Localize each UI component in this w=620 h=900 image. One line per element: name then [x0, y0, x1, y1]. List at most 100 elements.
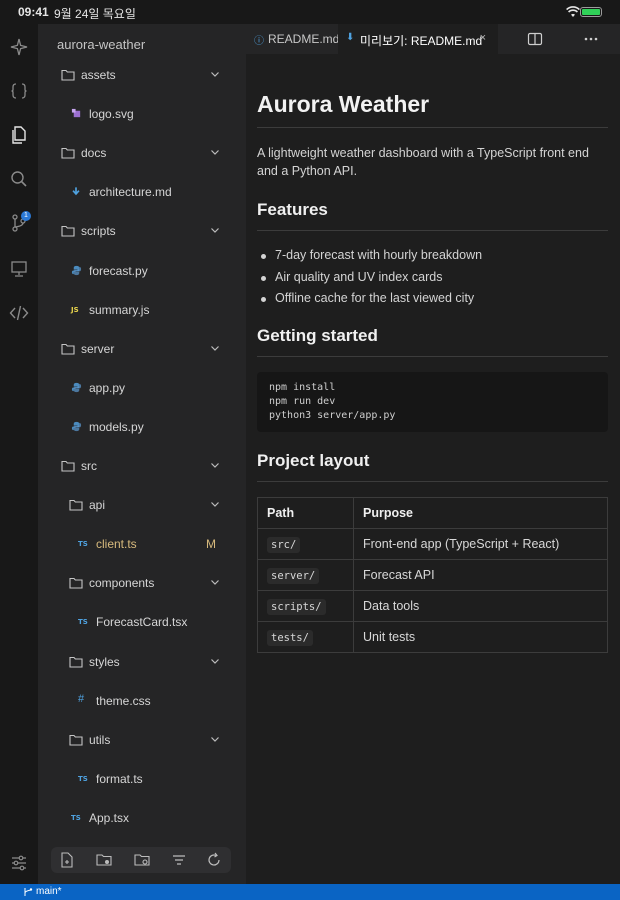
folder-api[interactable]: api — [38, 487, 246, 523]
features-list: 7-day forecast with hourly breakdown Air… — [257, 245, 607, 310]
chevron-down-icon[interactable] — [210, 147, 220, 157]
tree-item-label: logo.svg — [89, 107, 134, 122]
file-format-ts[interactable]: TS format.ts — [38, 761, 246, 797]
sparkle-icon[interactable] — [9, 37, 29, 57]
tree-item-label: server — [81, 341, 115, 356]
file-summary-js[interactable]: JS summary.js — [38, 292, 246, 328]
tree-item-label: format.ts — [96, 771, 143, 786]
code-line: npm run dev — [269, 396, 336, 407]
tree-item-label: theme.css — [96, 693, 151, 708]
tree-item-label: ForecastCard.tsx — [96, 615, 188, 630]
workspace-title: aurora-weather — [57, 37, 146, 52]
chevron-down-icon[interactable] — [210, 656, 220, 666]
new-folder-icon[interactable] — [96, 852, 112, 868]
wifi-icon — [566, 6, 580, 17]
date: 9월 24일 목요일 — [54, 7, 136, 21]
folder-icon — [69, 500, 83, 511]
tab-label: README.md — [268, 32, 340, 46]
code-line: python3 server/app.py — [269, 410, 396, 421]
table-header-row: Path Purpose — [257, 497, 608, 529]
svg-file-icon — [71, 108, 85, 120]
tree-item-label: styles — [89, 654, 120, 669]
purpose-cell: Data tools — [353, 590, 608, 622]
folder-docs[interactable]: docs — [38, 135, 246, 171]
markdown-icon — [71, 186, 85, 198]
folder-icon — [69, 656, 83, 668]
editor-status-bar: main* — [0, 884, 620, 900]
braces-icon[interactable] — [9, 81, 29, 101]
readme-intro: A lightweight weather dashboard with a T… — [257, 146, 589, 178]
javascript-icon: JS — [71, 305, 79, 314]
system-status-bar: 09:41 9월 24일 목요일 — [0, 0, 620, 24]
file-app-py[interactable]: app.py — [38, 370, 246, 406]
table-row: server/ Forecast API — [257, 559, 608, 591]
branch-name[interactable]: main* — [36, 886, 62, 897]
explorer-toolbar — [51, 847, 231, 873]
chevron-down-icon[interactable] — [210, 343, 220, 353]
tab-readme[interactable]: ⓘ README.md — [246, 24, 340, 54]
chevron-down-icon[interactable] — [210, 577, 220, 587]
file-app-tsx[interactable]: TS App.tsx — [38, 800, 246, 836]
file-logo-svg[interactable]: logo.svg — [38, 96, 246, 132]
path-cell: server/ — [257, 559, 354, 591]
folder-icon — [61, 460, 75, 472]
folder-icon — [61, 148, 75, 159]
new-file-icon[interactable] — [59, 852, 75, 868]
folder-components[interactable]: components — [38, 565, 246, 601]
modified-badge: M — [206, 537, 216, 552]
chevron-down-icon[interactable] — [210, 69, 220, 79]
file-architecture-md[interactable]: architecture.md — [38, 174, 246, 210]
remote-explorer-icon[interactable] — [9, 259, 29, 279]
tab-readme-preview[interactable]: ⬇ 미리보기: README.md × — [338, 24, 498, 54]
list-item: Air quality and UV index cards — [257, 267, 607, 289]
tree-item-label: src — [81, 459, 97, 473]
typescript-icon: TS — [71, 813, 81, 822]
more-actions-icon[interactable] — [583, 31, 599, 47]
code-icon[interactable] — [9, 303, 29, 323]
chevron-down-icon[interactable] — [210, 499, 220, 509]
sort-icon[interactable] — [171, 852, 187, 868]
path-code: scripts/ — [267, 599, 326, 615]
tree-item-label: App.tsx — [89, 810, 130, 825]
file-models-py[interactable]: models.py — [38, 409, 246, 445]
files-icon[interactable] — [9, 125, 29, 145]
file-theme-css[interactable]: # theme.css — [38, 683, 246, 719]
divider — [257, 481, 608, 482]
file-forecastcard-tsx[interactable]: TS ForecastCard.tsx — [38, 604, 246, 640]
folder-server[interactable]: server — [38, 331, 246, 367]
refresh-icon[interactable] — [206, 852, 222, 868]
tree-item-label: architecture.md — [89, 185, 172, 200]
file-forecast-py[interactable]: forecast.py — [38, 253, 246, 289]
tree-item-label: components — [89, 576, 155, 591]
file-client-ts[interactable]: TS client.ts M — [38, 526, 246, 562]
path-cell: tests/ — [257, 621, 354, 653]
folder-assets[interactable]: assets — [38, 57, 246, 93]
table-row: tests/ Unit tests — [257, 621, 608, 653]
activity-bar: 1 — [0, 24, 38, 884]
chevron-down-icon[interactable] — [210, 734, 220, 744]
battery-icon — [580, 7, 602, 17]
info-icon: ⓘ — [254, 36, 264, 47]
split-editor-icon[interactable] — [527, 31, 543, 47]
code-line: npm install — [269, 382, 336, 393]
css-icon: # — [78, 692, 85, 705]
search-icon[interactable] — [9, 169, 29, 189]
settings-sliders-icon[interactable] — [9, 853, 29, 873]
folder-icon — [61, 226, 75, 237]
folder-styles[interactable]: styles — [38, 644, 246, 680]
readme-title: Aurora Weather — [257, 91, 430, 117]
folder-utils[interactable]: utils — [38, 722, 246, 758]
folder-scripts[interactable]: scripts — [38, 213, 246, 249]
chevron-down-icon[interactable] — [210, 225, 220, 235]
explorer-sidebar: aurora-weather assets logo.svg docs archite… — [38, 24, 246, 884]
tree-item-label: summary.js — [89, 302, 150, 317]
tree-item-label: assets — [81, 68, 116, 82]
typescript-icon: TS — [78, 540, 88, 549]
tree-item-label: api — [89, 498, 106, 513]
chevron-down-icon[interactable] — [210, 460, 220, 470]
open-folder-icon[interactable] — [134, 852, 150, 868]
tab-label: 미리보기: README.md — [360, 34, 483, 48]
tree-item-label: client.ts — [96, 537, 137, 552]
tab-close-button[interactable]: × — [480, 32, 486, 44]
folder-src[interactable]: src — [38, 448, 246, 484]
